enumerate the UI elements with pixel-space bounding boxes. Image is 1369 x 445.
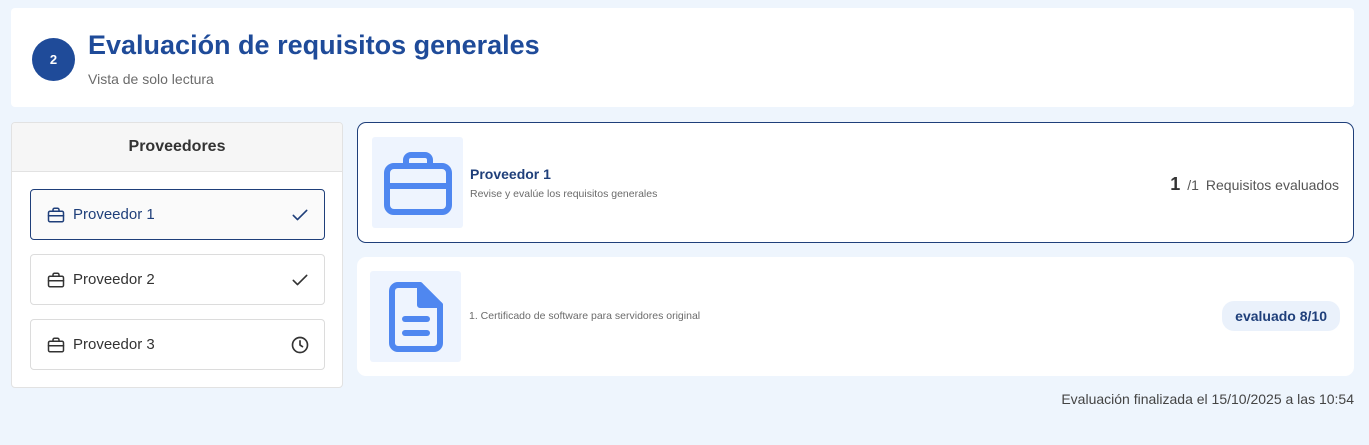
sidebar-item-label: Proveedor 2	[73, 271, 155, 288]
briefcase-icon	[47, 206, 65, 224]
briefcase-icon	[47, 336, 65, 354]
total-count: /1	[1187, 177, 1199, 193]
sidebar-title: Proveedores	[12, 123, 342, 172]
sidebar-item-proveedor-1[interactable]: Proveedor 1	[30, 189, 325, 240]
requirement-text: 1. Certificado de software para servidor…	[469, 310, 701, 322]
page-subtitle: Vista de solo lectura	[88, 71, 214, 87]
sidebar-item-proveedor-2[interactable]: Proveedor 2	[30, 254, 325, 305]
check-icon	[290, 205, 310, 225]
requirements-progress: 1 /1 Requisitos evaluados	[1170, 174, 1339, 195]
supplier-summary-card: Proveedor 1 Revise y evalúe los requisit…	[357, 122, 1354, 243]
briefcase-icon	[47, 271, 65, 289]
suppliers-sidebar: Proveedores Proveedor 1 Proveedor 2 Prov…	[11, 122, 343, 388]
clock-icon	[290, 335, 310, 355]
supplier-card-title: Proveedor 1	[470, 166, 551, 182]
page-title: Evaluación de requisitos generales	[88, 30, 540, 60]
progress-label: Requisitos evaluados	[1205, 177, 1339, 193]
requirement-card: 1. Certificado de software para servidor…	[357, 257, 1354, 376]
score-badge: evaluado 8/10	[1222, 301, 1340, 331]
evaluated-count: 1	[1170, 174, 1181, 194]
sidebar-item-label: Proveedor 3	[73, 336, 155, 353]
sidebar-item-proveedor-3[interactable]: Proveedor 3	[30, 319, 325, 370]
document-icon	[370, 271, 461, 362]
evaluation-finished-note: Evaluación finalizada el 15/10/2025 a la…	[1061, 391, 1354, 407]
page-header: 2 Evaluación de requisitos generales Vis…	[11, 8, 1354, 107]
supplier-card-description: Revise y evalúe los requisitos generales	[470, 188, 658, 200]
sidebar-item-label: Proveedor 1	[73, 206, 155, 223]
step-number-badge: 2	[32, 38, 75, 81]
briefcase-icon	[372, 137, 463, 228]
check-icon	[290, 270, 310, 290]
